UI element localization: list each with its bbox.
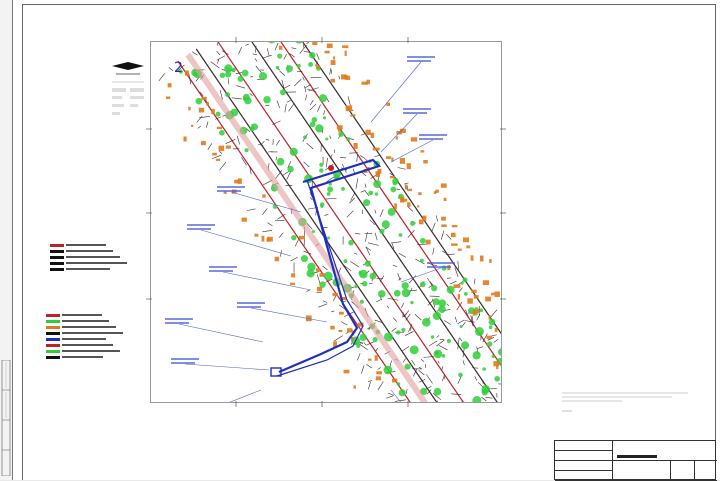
title-block-cell (555, 461, 613, 471)
legend-label-line (66, 262, 127, 264)
legend-swatch (46, 332, 60, 335)
title-block-cell (671, 461, 695, 481)
legend-label-line (62, 320, 109, 322)
title-block-cell (555, 451, 613, 461)
legend-swatch (46, 344, 60, 347)
legend-swatch (50, 250, 64, 253)
title-block-cell (613, 461, 671, 481)
legend-label-line (62, 338, 106, 340)
legend-label-line (62, 326, 116, 328)
legend-swatch (46, 338, 60, 341)
legend-label-line (62, 356, 103, 358)
north-arrow-icon (110, 58, 146, 120)
legend-label-line (62, 344, 113, 346)
legend-row (50, 266, 134, 272)
drawing-sheet: 2 (0, 0, 720, 480)
legend-label-line (62, 332, 123, 334)
legend-swatch (50, 244, 64, 247)
legend-label-line (62, 350, 120, 352)
title-block (554, 440, 716, 480)
legend-swatch (46, 314, 60, 317)
title-block-cell (695, 461, 717, 481)
legend-swatch (46, 356, 60, 359)
title-block-cell (555, 441, 613, 451)
legend-label-line (66, 250, 113, 252)
legend-label-line (66, 244, 106, 246)
legend-swatch (50, 268, 64, 271)
legend-upper (50, 242, 134, 272)
legend-row (46, 354, 130, 360)
legend-swatch (46, 326, 60, 329)
legend-label-line (62, 314, 102, 316)
title-block-bar (617, 455, 657, 459)
legend-label-line (66, 268, 110, 270)
notes-lines (562, 390, 690, 412)
side-stamp-icon (1, 360, 11, 476)
legend-label-line (66, 256, 120, 258)
legend-swatch (46, 320, 60, 323)
legend-swatch (50, 262, 64, 265)
general-notes (562, 390, 690, 413)
grid-ticks (146, 37, 506, 407)
legend-lower (46, 312, 130, 360)
legend-swatch (46, 350, 60, 353)
legend-swatch (50, 256, 64, 259)
